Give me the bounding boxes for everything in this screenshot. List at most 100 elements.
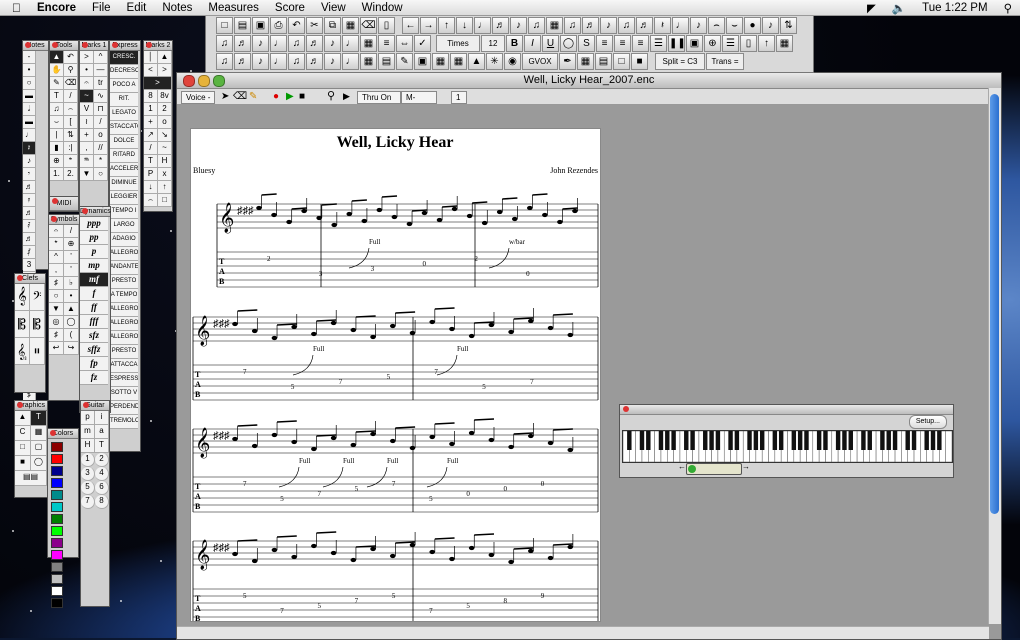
magnify-icon[interactable]: ⚲ [327, 91, 335, 102]
menu-edit[interactable]: Edit [119, 2, 155, 14]
note-head-icon[interactable]: ● [744, 17, 761, 34]
treble8-clef-icon[interactable]: 𝄠 [15, 338, 30, 365]
color-swatch[interactable] [51, 598, 63, 608]
rake-icon[interactable]: ↓ [144, 181, 158, 194]
staff-7-icon[interactable]: ♪ [324, 53, 341, 70]
black-key[interactable] [728, 431, 733, 450]
staff-8-icon[interactable]: ♩ [342, 53, 359, 70]
express-term-item[interactable]: POCO A [110, 79, 138, 93]
segno-symbol-icon[interactable]: 𝄌 [49, 238, 64, 251]
slur-icon[interactable]: ⌣ [726, 17, 743, 34]
quill-icon[interactable]: ✒ [559, 53, 576, 70]
arrow-tool-icon[interactable]: ➤ [221, 91, 229, 102]
tenor-clef-icon[interactable]: 𝄡 [30, 311, 45, 338]
black-key[interactable] [646, 431, 651, 450]
guitar-mark-item[interactable]: 7 [81, 495, 95, 509]
64th-note-icon[interactable]: ♬ [23, 233, 36, 246]
breve-icon[interactable]: ‐ [23, 51, 36, 64]
pedal-symbol-icon[interactable]: ♯ [49, 329, 64, 342]
whole-note-icon[interactable]: ○ [23, 77, 36, 90]
voice-6-icon[interactable]: ♬ [306, 35, 323, 52]
zoom-tool-icon[interactable]: ⚲ [64, 64, 78, 77]
black-key[interactable] [778, 431, 784, 450]
octave-icon[interactable]: ↑ [758, 35, 775, 52]
align-center-icon[interactable]: ≡ [614, 35, 631, 52]
black-key[interactable] [886, 431, 891, 450]
close-graphics-palette-icon[interactable] [17, 402, 23, 408]
tenuto-icon[interactable]: — [94, 64, 108, 77]
graphic-oval-icon[interactable]: ◯ [31, 456, 47, 471]
thru-popup[interactable]: Thru On [357, 91, 401, 104]
spotlight-search-icon[interactable]: ⚲ [996, 1, 1020, 15]
close-dynamics-palette-icon[interactable] [82, 208, 88, 214]
express-term-item[interactable]: LEGATO [110, 107, 138, 121]
arrow-down-icon[interactable]: ↓ [456, 17, 473, 34]
score-page[interactable]: Well, Licky Hear Bluesy John Rezendes 𝄞 ♯… [190, 128, 601, 625]
lyric-icon[interactable]: ✎ [396, 53, 413, 70]
guitar-mark-item[interactable]: 6 [95, 481, 109, 495]
color-swatch[interactable] [51, 562, 63, 572]
m-popup[interactable]: M- [401, 91, 437, 104]
dynamic-mark-item[interactable]: ppp [80, 217, 108, 231]
express-term-item[interactable]: ADAGIO [110, 233, 138, 247]
flip-tool-icon[interactable]: ⇅ [64, 129, 78, 142]
graphic-table-icon[interactable]: ▦ [31, 426, 47, 441]
pointer-icon[interactable]: ▲ [468, 53, 485, 70]
ending-tool-icon[interactable]: 1. [50, 168, 64, 181]
close-guitar-palette-icon[interactable] [83, 402, 89, 408]
menu-file[interactable]: File [84, 2, 119, 14]
black-key[interactable] [772, 431, 778, 450]
guitar-mark-item[interactable]: m [81, 425, 95, 439]
treble-clef-icon[interactable]: 𝄞 [15, 284, 30, 311]
dot-symbol-icon[interactable]: • [64, 290, 79, 303]
quarter-rest-icon[interactable]: 𝄽 [23, 142, 36, 155]
color-swatch[interactable] [51, 550, 63, 560]
note-8th-icon[interactable]: ♪ [510, 17, 527, 34]
scale-icon[interactable]: ▦ [577, 53, 594, 70]
lv-icon[interactable]: ⌢ [144, 194, 158, 207]
copy-icon[interactable]: ⧉ [324, 17, 341, 34]
color-swatch[interactable] [51, 514, 63, 524]
black-key[interactable] [804, 431, 809, 450]
close-keyboard-window-icon[interactable] [623, 406, 629, 412]
express-term-item[interactable]: ANDANTE [110, 261, 138, 275]
note-16th-icon[interactable]: ♬ [492, 17, 509, 34]
close-midi-palette-icon[interactable] [52, 198, 58, 204]
close-colors-palette-icon[interactable] [50, 430, 56, 436]
32nd-note-icon[interactable]: ♬ [23, 207, 36, 220]
black-key[interactable] [930, 431, 936, 450]
font-name-field[interactable]: Times [436, 35, 480, 52]
frame-icon[interactable]: ▣ [686, 35, 703, 52]
64th-rest-icon[interactable]: 𝅁 [23, 246, 36, 259]
range-left-arrow-icon[interactable]: ← [678, 462, 686, 471]
piano-keyboard[interactable] [622, 430, 953, 463]
dot-icon[interactable]: • [23, 64, 36, 77]
breath-symbol-icon[interactable]: ’ [64, 251, 79, 264]
text-tool-icon[interactable]: T [50, 90, 64, 103]
black-key[interactable] [835, 431, 841, 450]
close-clefs-palette-icon[interactable] [17, 275, 23, 281]
transpose-field[interactable]: Trans = [706, 53, 744, 70]
close-notes-palette-icon[interactable] [25, 42, 31, 48]
tri-symbol-icon[interactable]: ▲ [64, 303, 79, 316]
fermata-icon[interactable]: 𝄐 [80, 77, 94, 90]
breath-icon[interactable]: , [80, 142, 94, 155]
column-icon[interactable]: ▯ [740, 35, 757, 52]
black-key[interactable] [690, 431, 695, 450]
half-note-icon[interactable]: 𝅗𝅥 [23, 103, 36, 116]
eraser-icon[interactable]: ⌫ [233, 91, 247, 102]
black-key[interactable] [823, 431, 828, 450]
new-document-icon[interactable]: □ [216, 17, 233, 34]
caesura-icon[interactable]: // [94, 142, 108, 155]
beam-tool-icon[interactable]: ♫ [50, 103, 64, 116]
express-term-item[interactable]: STACCATO [110, 121, 138, 135]
express-term-item[interactable]: PRESTO [110, 275, 138, 289]
downbow-icon[interactable]: ⊓ [94, 103, 108, 116]
caret-symbol-icon[interactable]: ^ [49, 251, 64, 264]
black-key[interactable] [753, 431, 759, 450]
stem-tool-icon[interactable]: | [50, 129, 64, 142]
black-key[interactable] [791, 431, 797, 450]
dynamic-mark-item[interactable]: mf [80, 273, 108, 287]
voice-8-icon[interactable]: ♩ [342, 35, 359, 52]
stem-down-icon[interactable]: ♪ [690, 17, 707, 34]
